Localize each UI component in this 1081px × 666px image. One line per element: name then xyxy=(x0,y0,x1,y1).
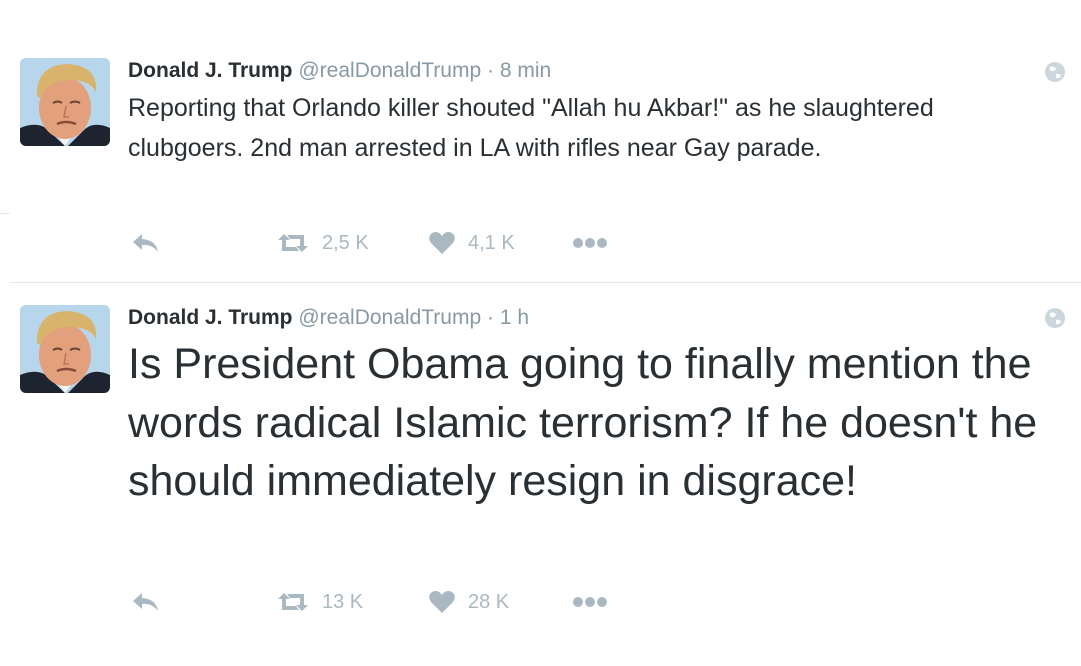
reply-icon xyxy=(130,590,162,614)
like-button[interactable]: 28 K xyxy=(428,587,509,617)
retweet-count: 2,5 K xyxy=(322,231,369,254)
tweet-text: Reporting that Orlando killer shouted "A… xyxy=(128,94,934,162)
more-icon xyxy=(572,237,608,249)
tweet-header: Donald J. Trump @realDonaldTrump · 1 h xyxy=(128,305,529,331)
reply-button[interactable] xyxy=(130,587,162,617)
retweet-icon xyxy=(276,591,310,613)
tweet-actions: 2,5 K 4,1 K xyxy=(128,228,648,258)
reply-button[interactable] xyxy=(130,228,162,258)
tweet[interactable]: Donald J. Trump @realDonaldTrump · 1 h I… xyxy=(0,283,1081,666)
heart-icon xyxy=(428,590,456,614)
tweet[interactable]: Donald J. Trump @realDonaldTrump · 8 min… xyxy=(0,0,1081,282)
avatar[interactable] xyxy=(20,305,110,393)
author-username[interactable]: @realDonaldTrump xyxy=(298,59,481,82)
retweet-button[interactable]: 2,5 K xyxy=(276,228,369,258)
avatar[interactable] xyxy=(20,58,110,146)
heart-icon xyxy=(428,231,456,255)
tweet-text: Is President Obama going to finally ment… xyxy=(128,340,1038,505)
author-username[interactable]: @realDonaldTrump xyxy=(298,306,481,329)
retweet-button[interactable]: 13 K xyxy=(276,587,363,617)
tweet-header: Donald J. Trump @realDonaldTrump · 8 min xyxy=(128,58,551,84)
separator: · xyxy=(486,59,494,82)
reply-icon xyxy=(130,231,162,255)
author-name[interactable]: Donald J. Trump xyxy=(128,306,293,329)
more-button[interactable] xyxy=(572,587,608,617)
like-button[interactable]: 4,1 K xyxy=(428,228,515,258)
globe-icon[interactable] xyxy=(1044,307,1066,329)
like-count: 28 K xyxy=(468,590,510,613)
more-button[interactable] xyxy=(572,228,608,258)
separator: · xyxy=(486,306,494,329)
retweet-icon xyxy=(276,232,310,254)
like-count: 4,1 K xyxy=(468,231,515,254)
author-name[interactable]: Donald J. Trump xyxy=(128,59,293,82)
tweet-actions: 13 K 28 K xyxy=(128,587,648,617)
timestamp[interactable]: 1 h xyxy=(500,306,529,329)
globe-icon[interactable] xyxy=(1044,61,1066,83)
retweet-count: 13 K xyxy=(322,590,364,613)
timestamp[interactable]: 8 min xyxy=(500,59,551,82)
more-icon xyxy=(572,596,608,608)
